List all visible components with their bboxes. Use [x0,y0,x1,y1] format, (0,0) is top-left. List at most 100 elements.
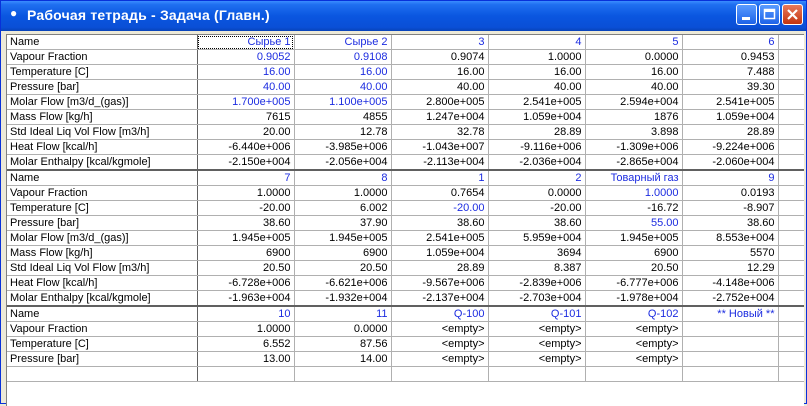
close-button[interactable] [782,4,803,25]
value-cell[interactable]: 6900 [197,245,295,261]
value-cell[interactable]: -20.00 [488,200,586,216]
value-cell[interactable]: 16.00 [488,64,586,80]
value-cell[interactable]: -1.963e+004 [197,290,295,307]
value-cell[interactable]: 28.89 [682,124,779,140]
value-cell[interactable]: 1.700e+005 [197,94,295,110]
stream-name-cell[interactable]: 2 [488,169,586,186]
stream-name-cell[interactable]: 4 [488,35,586,50]
value-cell[interactable]: 16.00 [585,64,683,80]
stream-name-cell[interactable]: Q-102 [585,305,683,322]
value-cell[interactable]: 3694 [488,245,586,261]
stream-name-cell[interactable]: Q-100 [391,305,489,322]
stream-name-cell[interactable]: 9 [682,169,779,186]
stream-name-cell[interactable]: 1 [391,169,489,186]
value-cell[interactable]: 37.90 [294,215,392,231]
value-cell[interactable]: 16.00 [197,64,295,80]
window-menu-icon[interactable]: ● [10,7,20,19]
value-cell[interactable]: 38.60 [488,215,586,231]
title-bar[interactable]: ● Рабочая тетрадь - Задача (Главн.) [1,1,806,31]
value-cell[interactable]: -9.567e+006 [391,275,489,291]
value-cell[interactable]: 2.541e+005 [488,94,586,110]
value-cell[interactable]: 1.059e+004 [682,109,779,125]
value-cell[interactable] [682,321,779,337]
value-cell[interactable]: 16.00 [294,64,392,80]
value-cell[interactable]: -2.137e+004 [391,290,489,307]
value-cell[interactable]: -4.148e+006 [682,275,779,291]
value-cell[interactable]: <empty> [391,321,489,337]
stream-name-cell[interactable]: ** Новый ** [682,305,779,322]
stream-name-cell[interactable]: 5 [585,35,683,50]
value-cell[interactable]: 20.50 [294,260,392,276]
value-cell[interactable]: 14.00 [294,351,392,367]
value-cell[interactable]: -20.00 [391,200,489,216]
stream-name-cell[interactable]: 8 [294,169,392,186]
value-cell[interactable]: <empty> [585,321,683,337]
value-cell[interactable]: <empty> [488,321,586,337]
value-cell[interactable]: 16.00 [391,64,489,80]
value-cell[interactable]: 6900 [294,245,392,261]
value-cell[interactable]: -2.865e+004 [585,154,683,171]
stream-name-cell[interactable]: Товарный газ [585,169,683,186]
value-cell[interactable]: -20.00 [197,200,295,216]
value-cell[interactable]: <empty> [391,351,489,367]
value-cell[interactable]: 2.541e+005 [682,94,779,110]
stream-name-cell[interactable]: 7 [197,169,295,186]
value-cell[interactable]: 1.0000 [488,49,586,65]
minimize-button[interactable] [736,4,757,25]
value-cell[interactable]: 2.541e+005 [391,230,489,246]
value-cell[interactable]: 5570 [682,245,779,261]
value-cell[interactable]: 4855 [294,109,392,125]
value-cell[interactable]: 7615 [197,109,295,125]
value-cell[interactable]: 1.0000 [585,185,683,201]
value-cell[interactable]: 13.00 [197,351,295,367]
value-cell[interactable]: 1.0000 [197,185,295,201]
value-cell[interactable]: 1.0000 [294,185,392,201]
value-cell[interactable]: -3.985e+006 [294,139,392,155]
value-cell[interactable]: 2.594e+004 [585,94,683,110]
value-cell[interactable]: <empty> [488,351,586,367]
value-cell[interactable]: 7.488 [682,64,779,80]
value-cell[interactable]: 1.945e+005 [585,230,683,246]
value-cell[interactable]: 38.60 [391,215,489,231]
value-cell[interactable]: -6.621e+006 [294,275,392,291]
value-cell[interactable]: -2.752e+004 [682,290,779,307]
value-cell[interactable]: 5.959e+004 [488,230,586,246]
value-cell[interactable] [682,351,779,367]
value-cell[interactable]: 40.00 [294,79,392,95]
value-cell[interactable]: 1.0000 [197,321,295,337]
value-cell[interactable]: -2.056e+004 [294,154,392,171]
maximize-button[interactable] [759,4,780,25]
value-cell[interactable]: -6.777e+006 [585,275,683,291]
value-cell[interactable]: 1.945e+005 [197,230,295,246]
value-cell[interactable]: 20.50 [197,260,295,276]
value-cell[interactable]: -2.839e+006 [488,275,586,291]
value-cell[interactable]: -2.060e+004 [682,154,779,171]
value-cell[interactable]: -2.150e+004 [197,154,295,171]
value-cell[interactable]: <empty> [391,336,489,352]
stream-name-cell[interactable]: 10 [197,305,295,322]
value-cell[interactable]: 0.9108 [294,49,392,65]
value-cell[interactable]: <empty> [585,351,683,367]
value-cell[interactable]: 20.00 [197,124,295,140]
value-cell[interactable]: 55.00 [585,215,683,231]
value-cell[interactable]: 6.552 [197,336,295,352]
stream-name-cell[interactable]: Сырье 1 [197,35,295,50]
value-cell[interactable]: 87.56 [294,336,392,352]
value-cell[interactable]: 1.945e+005 [294,230,392,246]
value-cell[interactable]: 1.059e+004 [488,109,586,125]
value-cell[interactable]: -8.907 [682,200,779,216]
value-cell[interactable]: 0.9453 [682,49,779,65]
value-cell[interactable]: 1.247e+004 [391,109,489,125]
value-cell[interactable]: -9.116e+006 [488,139,586,155]
stream-name-cell[interactable]: 11 [294,305,392,322]
value-cell[interactable]: 0.9074 [391,49,489,65]
value-cell[interactable]: 20.50 [585,260,683,276]
value-cell[interactable]: <empty> [585,336,683,352]
value-cell[interactable]: -1.978e+004 [585,290,683,307]
value-cell[interactable]: 38.60 [682,215,779,231]
value-cell[interactable]: 1876 [585,109,683,125]
value-cell[interactable]: 1.100e+005 [294,94,392,110]
value-cell[interactable]: 0.7654 [391,185,489,201]
value-cell[interactable]: -6.440e+006 [197,139,295,155]
stream-name-cell[interactable]: 6 [682,35,779,50]
